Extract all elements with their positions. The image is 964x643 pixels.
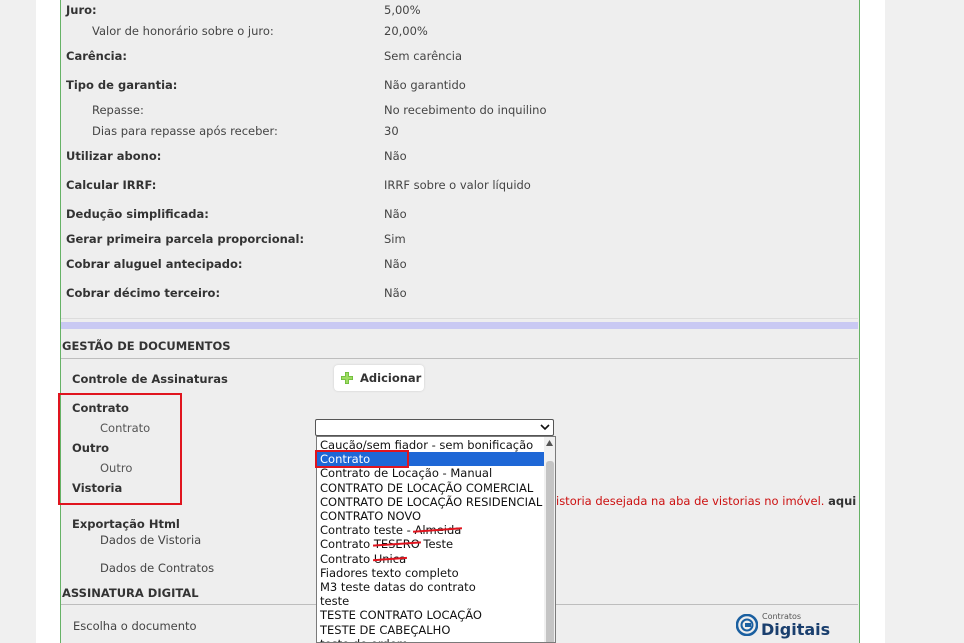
dropdown-option-text: Contrato de Locação - Manual <box>320 466 493 481</box>
dropdown-scrollbar[interactable] <box>544 437 555 642</box>
dropdown-option-text: teste de ordem <box>320 637 408 642</box>
highlight-box-documents <box>58 393 182 505</box>
scroll-thumb[interactable] <box>546 461 554 642</box>
dropdown-option-text: CONTRATO NOVO <box>320 509 422 523</box>
contratos-digitais-logo: Contratos Digitais <box>736 612 836 640</box>
aluguel-value: Não <box>384 257 407 271</box>
dropdown-option-text: Fiadores texto completo <box>320 565 459 580</box>
garantia-value: Não garantido <box>384 78 466 92</box>
dropdown-option-text: Contrato <box>320 537 374 552</box>
dropdown-option[interactable]: M3 teste datas do contrato <box>317 580 548 594</box>
gestao-title: GESTÃO DE DOCUMENTOS <box>62 339 231 353</box>
logo-big-text: Digitais <box>761 620 831 639</box>
deducao-label: Dedução simplificada: <box>66 207 209 221</box>
decimo-value: Não <box>384 286 407 300</box>
dias-value: 30 <box>384 124 399 138</box>
redacted-text: Almeida <box>414 523 462 538</box>
repasse-value: No recebimento do inquilino <box>384 103 547 117</box>
irrf-label: Calcular IRRF: <box>66 178 157 192</box>
escolha-label: Escolha o documento <box>73 619 197 633</box>
dropdown-option[interactable]: CONTRATO DE LOCAÇÃO COMERCIAL <box>317 481 548 495</box>
assinatura-title: ASSINATURA DIGITAL <box>62 586 199 600</box>
dados-vistoria-link[interactable]: Dados de Vistoria <box>100 533 201 549</box>
honorario-value: 20,00% <box>384 24 428 38</box>
carencia-value: Sem carência <box>384 49 463 63</box>
vistoria-message-text: istoria desejada na aba de vistorias no … <box>556 494 825 508</box>
dropdown-option-text: TESTE DE CABEÇALHO <box>320 622 451 637</box>
dropdown-option-text: CONTRATO DE LOCAÇÃO RESIDENCIAL <box>320 494 543 509</box>
abono-value: Não <box>384 149 407 163</box>
dropdown-option-text: TESTE CONTRATO LOCAÇÃO <box>320 608 482 623</box>
garantia-label: Tipo de garantia: <box>66 78 178 92</box>
divider <box>61 318 858 319</box>
redacted-text: TESERO <box>373 537 420 552</box>
dropdown-option[interactable]: teste de ordem <box>317 637 548 642</box>
dias-label: Dias para repasse após receber: <box>92 124 278 138</box>
deducao-value: Não <box>384 207 407 221</box>
exportacao-label: Exportação Html <box>72 517 180 531</box>
dropdown-option[interactable]: TESTE CONTRATO LOCAÇÃO <box>317 608 548 622</box>
dropdown-option[interactable]: Fiadores texto completo <box>317 566 548 580</box>
abono-label: Utilizar abono: <box>66 149 162 163</box>
add-button-label: Adicionar <box>360 371 422 385</box>
dropdown-option[interactable]: teste <box>317 594 548 608</box>
dropdown-option[interactable]: Contrato Unica <box>317 552 548 566</box>
plus-icon <box>341 372 353 384</box>
parcela-label: Gerar primeira parcela proporcional: <box>66 232 305 246</box>
dropdown-option[interactable]: Contrato teste - Almeida <box>317 523 548 537</box>
dropdown-option[interactable]: TESTE DE CABEÇALHO <box>317 623 548 637</box>
section-bar <box>61 322 858 329</box>
section-divider <box>61 358 858 359</box>
controle-label: Controle de Assinaturas <box>72 372 228 386</box>
decimo-label: Cobrar décimo terceiro: <box>66 286 221 300</box>
dropdown-option-text: CONTRATO DE LOCAÇÃO COMERCIAL <box>320 480 534 495</box>
honorario-label: Valor de honorário sobre o juro: <box>92 24 274 38</box>
highlight-box-contrato <box>315 450 409 468</box>
irrf-value: IRRF sobre o valor líquido <box>384 178 531 192</box>
dropdown-option-text: teste <box>320 594 350 609</box>
juro-label: Juro: <box>66 3 97 17</box>
scroll-up-icon[interactable] <box>546 440 553 446</box>
chevron-down-icon <box>540 424 550 431</box>
aluguel-label: Cobrar aluguel antecipado: <box>66 257 243 271</box>
redacted-text: Unica <box>373 551 407 566</box>
dropdown-option-text: Contrato teste - <box>320 523 415 538</box>
logo-icon <box>736 614 758 636</box>
dropdown-option[interactable]: Contrato TESERO Teste <box>317 537 548 551</box>
vistoria-link[interactable]: aqui <box>828 494 856 508</box>
carencia-label: Carência: <box>66 49 127 63</box>
vistoria-message: istoria desejada na aba de vistorias no … <box>556 494 856 508</box>
dropdown-option[interactable]: Contrato de Locação - Manual <box>317 466 548 480</box>
dropdown-option-text: Contrato <box>320 551 374 566</box>
dropdown-option[interactable]: CONTRATO DE LOCAÇÃO RESIDENCIAL <box>317 495 548 509</box>
dropdown-option[interactable]: CONTRATO NOVO <box>317 509 548 523</box>
document-select[interactable] <box>315 419 554 436</box>
dados-contratos-link[interactable]: Dados de Contratos <box>100 561 214 577</box>
parcela-value: Sim <box>384 232 406 246</box>
dropdown-option-text: M3 teste datas do contrato <box>320 580 476 594</box>
repasse-label: Repasse: <box>92 103 144 117</box>
juro-value: 5,00% <box>384 3 421 17</box>
add-button[interactable]: Adicionar <box>334 365 424 391</box>
dropdown-option-text: Teste <box>419 537 454 552</box>
